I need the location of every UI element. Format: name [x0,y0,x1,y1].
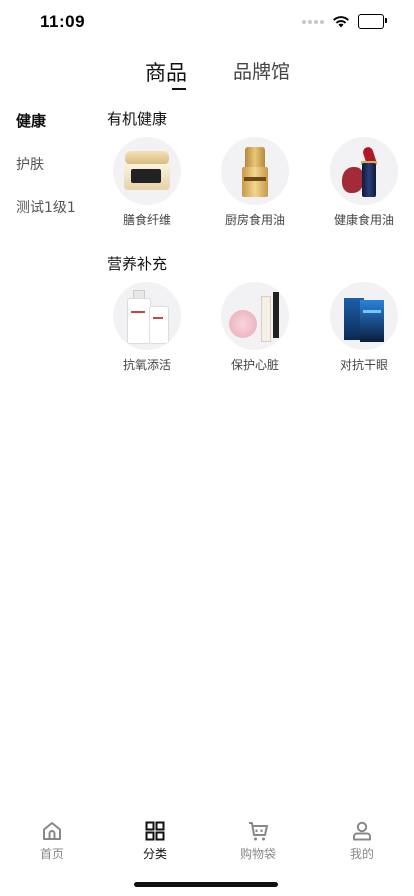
status-icons [302,14,387,29]
section-title: 营养补充 [107,255,168,273]
category-item[interactable]: 厨房食用油 [205,137,305,228]
category-item[interactable]: 膳食纤维 [97,137,197,228]
tab-products[interactable]: 商品 [145,57,187,90]
sidebar-item-skincare[interactable]: 护肤 [16,154,44,174]
nav-category[interactable]: 分类 [115,820,195,862]
sidebar-item-test[interactable]: 测试1级1 [16,197,76,217]
header-tabs: 商品 品牌馆 [0,55,414,95]
lipstick-icon [330,137,398,205]
category-label: 对抗干眼 [339,358,388,372]
nav-category-label: 分类 [142,847,167,861]
wifi-icon [333,16,349,28]
blue-box-icon [330,282,398,350]
active-tab-indicator [172,88,186,90]
category-label: 保护心脏 [230,358,279,372]
nav-home[interactable]: 首页 [12,820,92,862]
grid-icon [145,821,165,841]
nav-cart[interactable]: 购物袋 [218,820,298,862]
section-title: 有机健康 [107,110,168,128]
tab-brand-hall-label: 品牌馆 [233,61,291,83]
bottom-tab-bar: 首页 分类 购物袋 我的 [0,806,414,866]
category-label: 抗氧添活 [122,358,171,372]
sidebar-item-health[interactable]: 健康 [16,110,46,131]
home-indicator [134,882,278,887]
category-item[interactable]: 保护心脏 [205,282,305,373]
nav-profile[interactable]: 我的 [322,820,402,862]
pump-bottles-icon [113,282,181,350]
cream-jar-icon [113,137,181,205]
nav-home-label: 首页 [39,847,64,861]
user-icon [353,821,371,841]
nav-profile-label: 我的 [349,847,374,861]
category-label: 厨房食用油 [224,213,285,227]
makeup-set-icon [221,282,289,350]
category-label: 健康食用油 [333,213,394,227]
battery-icon [358,14,387,29]
nav-cart-label: 购物袋 [239,847,276,861]
tab-brand-hall[interactable]: 品牌馆 [233,57,290,84]
tab-products-label: 商品 [145,61,187,85]
category-item[interactable]: 对抗干眼 [314,282,414,373]
category-label: 膳食纤维 [122,213,171,227]
signal-icon [302,19,324,24]
status-bar: 11:09 [0,0,414,44]
cart-icon [249,822,268,841]
category-item[interactable]: 健康食用油 [314,137,414,228]
home-icon [43,822,61,840]
gold-bottle-icon [221,137,289,205]
category-item[interactable]: 抗氧添活 [97,282,197,373]
status-time: 11:09 [40,12,86,31]
